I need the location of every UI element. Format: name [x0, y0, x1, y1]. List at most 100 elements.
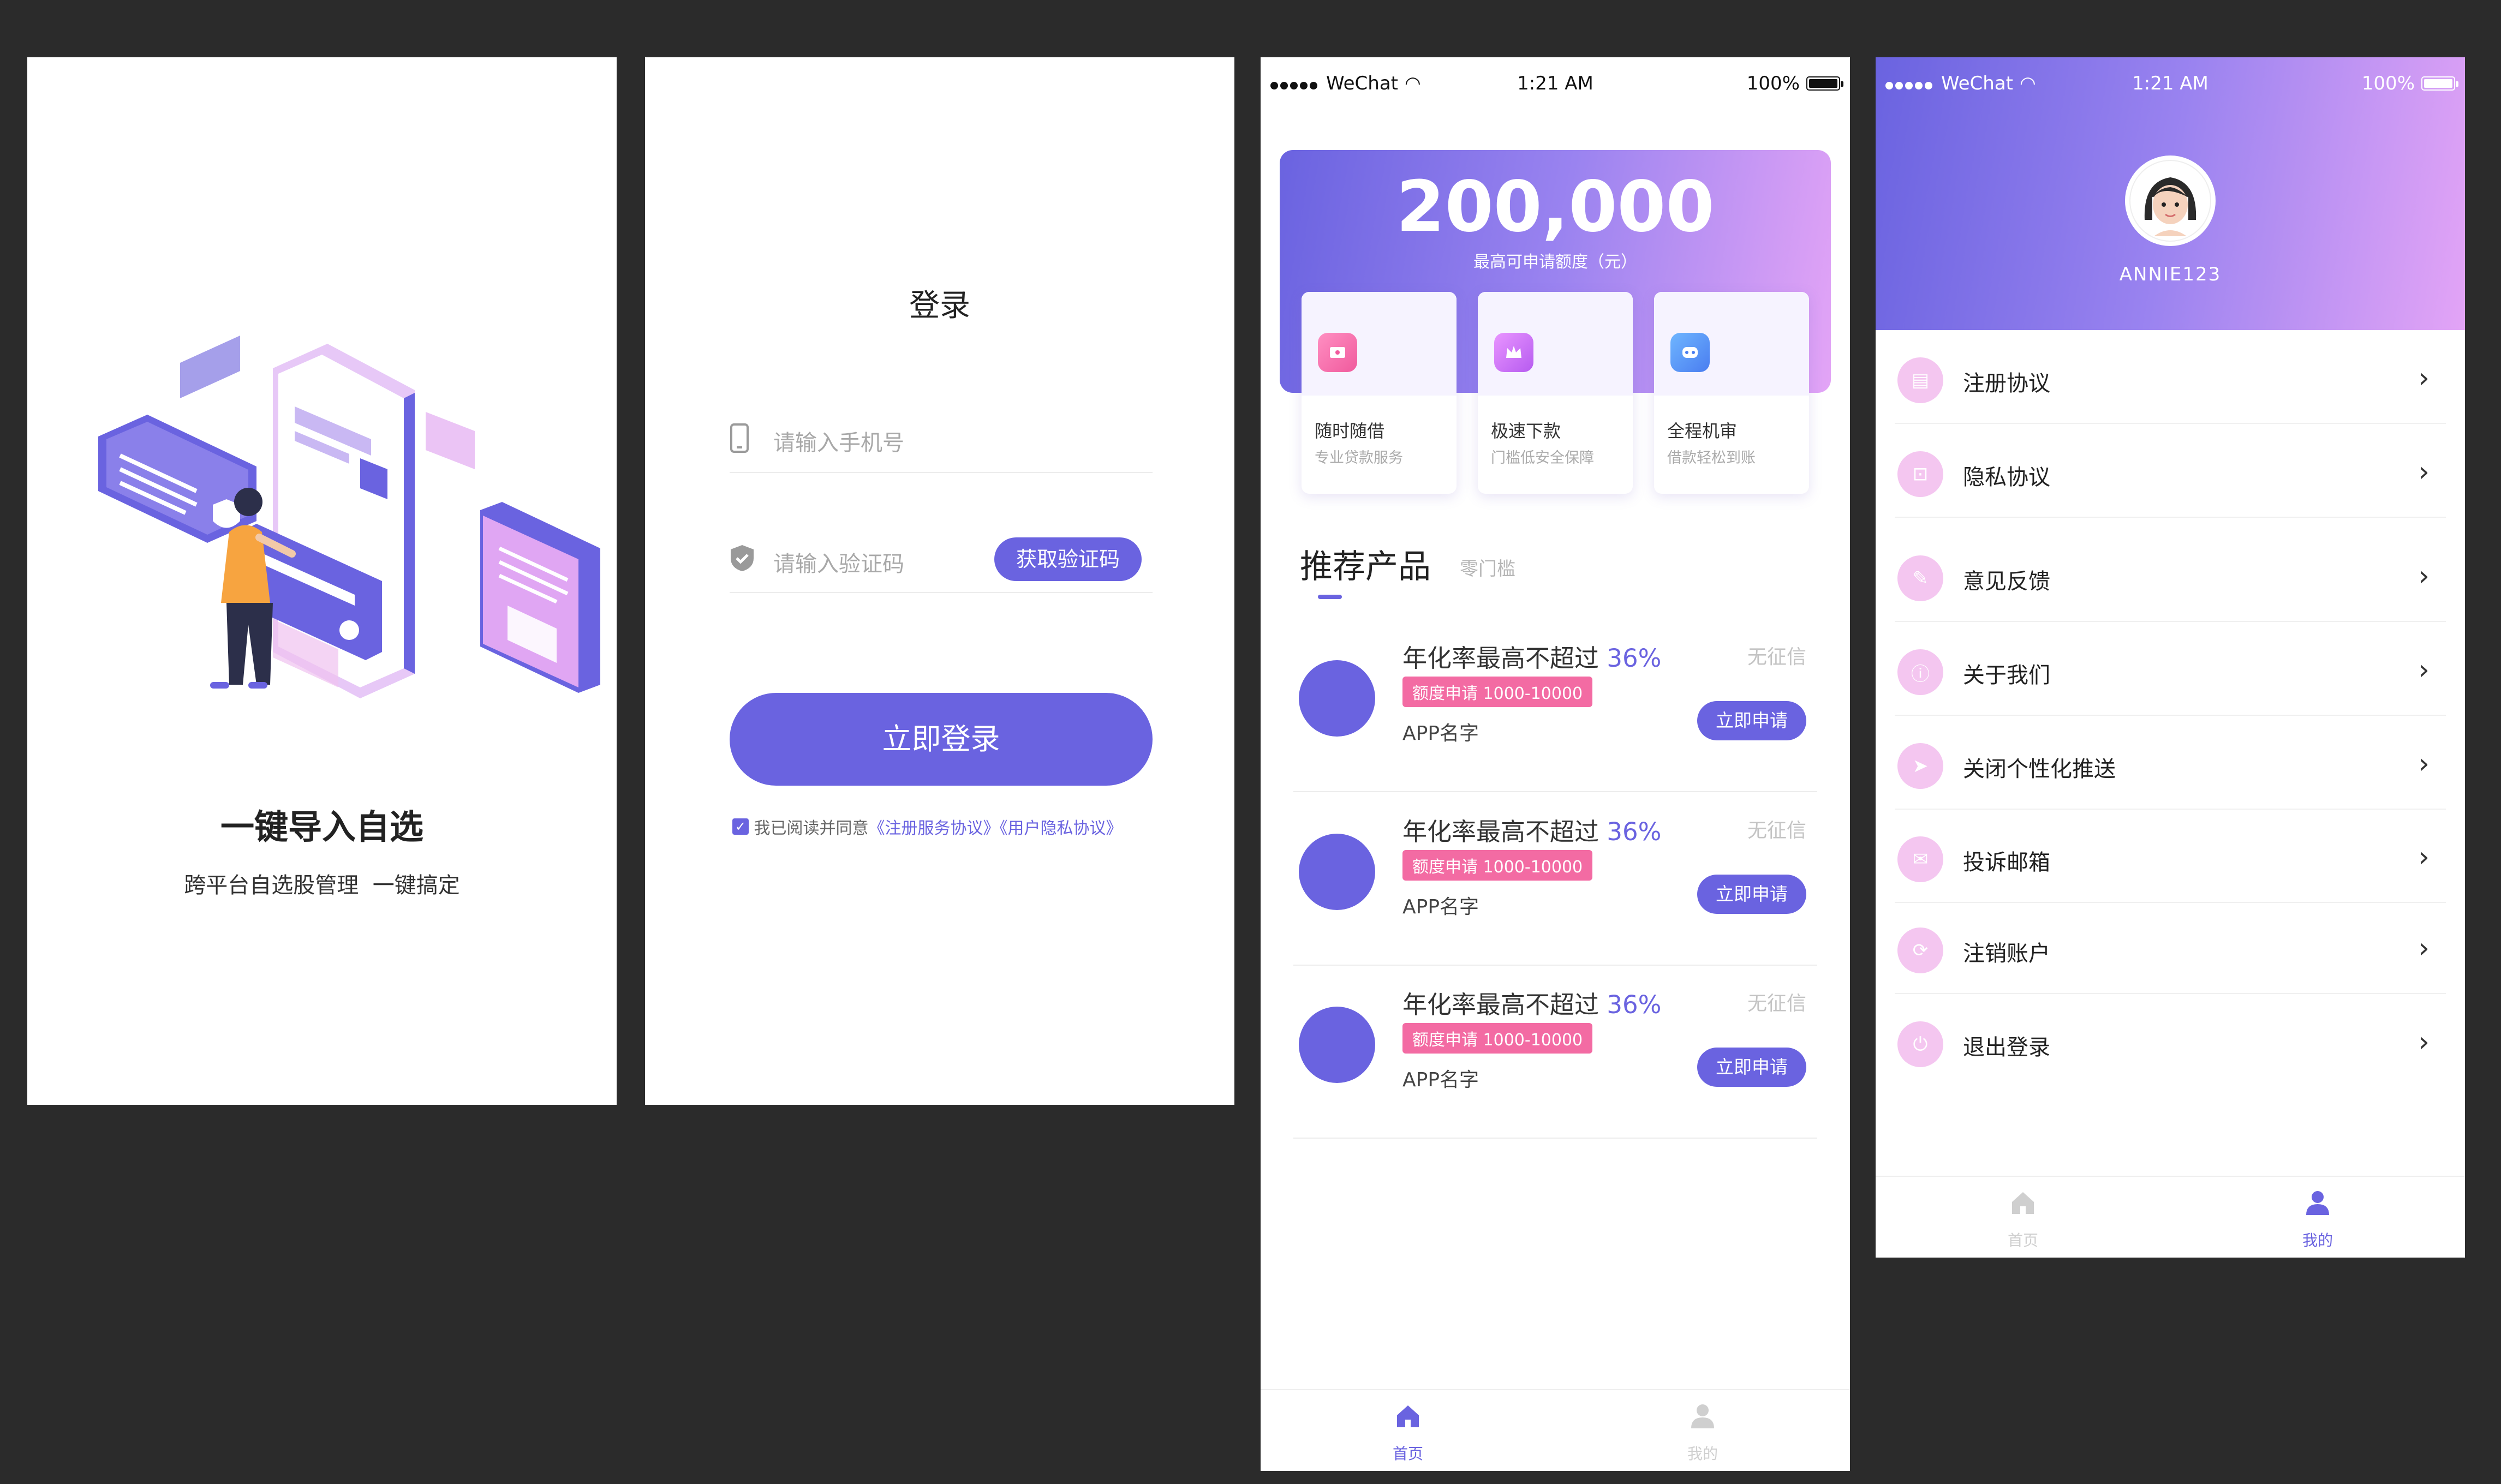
ticket-icon [1318, 333, 1357, 372]
product-card-2[interactable]: 年化率最高不超过 36% 额度申请 1000-10000 APP名字 无征信 立… [1293, 795, 1817, 966]
onboarding-subtitle: 跨平台自选股管理 一键搞定 [184, 873, 460, 898]
section-underline [1318, 595, 1342, 599]
code-input[interactable]: 请输入验证码 [773, 546, 904, 578]
send-icon: ➤ [1897, 743, 1943, 789]
user-icon [2306, 1191, 2329, 1215]
chevron-right-icon: › [2418, 456, 2430, 488]
menu-label: 关闭个性化推送 [1963, 757, 2116, 782]
feature-card-3[interactable]: 全程机审 借款轻松到账 [1654, 292, 1809, 494]
tab-mine[interactable]: 我的 [2170, 1177, 2465, 1258]
credit-amount: 200,000 [1396, 166, 1715, 248]
battery-icon [2421, 76, 2458, 91]
onboarding-title: 一键导入自选 [220, 807, 423, 847]
tab-home[interactable]: 首页 [1261, 1390, 1555, 1471]
menu-label: 关于我们 [1963, 663, 2050, 688]
phone-input[interactable]: 请输入手机号 [773, 425, 904, 457]
menu-close-account[interactable]: ⟳ 注销账户 › [1895, 900, 2446, 994]
feature-title: 全程机审 [1667, 421, 1738, 441]
product-card-1[interactable]: 年化率最高不超过 36% 额度申请 1000-10000 APP名字 无征信 立… [1293, 622, 1817, 792]
apply-button[interactable]: 立即申请 [1697, 875, 1806, 914]
battery-label: 100% [2361, 73, 2415, 94]
tab-mine[interactable]: 我的 [1555, 1390, 1850, 1471]
battery-label: 100% [1746, 73, 1800, 94]
chevron-right-icon: › [2418, 747, 2430, 780]
product-logo [1299, 834, 1375, 910]
product-name: APP名字 [1402, 722, 1479, 745]
menu-feedback[interactable]: ✎ 意见反馈 › [1895, 528, 2446, 622]
section-title: 推荐产品 [1300, 548, 1431, 586]
get-code-button[interactable]: 获取验证码 [994, 537, 1142, 581]
menu-label: 隐私协议 [1963, 465, 2050, 490]
tab-home[interactable]: 首页 [1876, 1177, 2170, 1258]
phone-field[interactable]: 请输入手机号 [730, 406, 1153, 473]
onboarding-screen: 一键导入自选 跨平台自选股管理 一键搞定 [27, 57, 617, 1105]
agreement-checkbox[interactable]: ✓ [732, 818, 749, 835]
tab-label: 首页 [1392, 1445, 1423, 1463]
login-button[interactable]: 立即登录 [730, 693, 1153, 786]
code-field[interactable]: 请输入验证码 获取验证码 [730, 526, 1153, 593]
home-screen: WeChat ◠ 1:21 AM 100% 200,000 最高可申请额度（元）… [1261, 57, 1850, 1471]
register-icon: ▤ [1897, 357, 1943, 403]
chevron-right-icon: › [2418, 362, 2430, 394]
feature-card-2[interactable]: 极速下款 门槛低安全保障 [1478, 292, 1633, 494]
tab-bar: 首页 我的 [1876, 1176, 2465, 1258]
menu-complaint-email[interactable]: ✉ 投诉邮箱 › [1895, 809, 2446, 903]
product-tag: 额度申请 1000-10000 [1402, 1023, 1593, 1054]
apply-button[interactable]: 立即申请 [1697, 1048, 1806, 1087]
phone-icon [730, 423, 749, 453]
tab-bar: 首页 我的 [1261, 1389, 1850, 1471]
logout-account-icon: ⟳ [1897, 927, 1943, 973]
profile-screen: WeChat ◠ 1:21 AM 100% ANNIE123 ▤ 注册协议 › … [1876, 57, 2465, 1258]
status-bar: WeChat ◠ 1:21 AM 100% [1876, 57, 2465, 112]
home-icon [1397, 1405, 1419, 1427]
agreement-row: ✓ 我已阅读并同意《注册服务协议》《用户隐私协议》 [732, 815, 1123, 839]
login-screen: 登录 请输入手机号 请输入验证码 获取验证码 立即登录 ✓ 我已阅读并同意《注册… [645, 57, 1234, 1105]
menu-label: 退出登录 [1963, 1035, 2050, 1060]
chevron-right-icon: › [2418, 841, 2430, 873]
feature-sub: 借款轻松到账 [1667, 450, 1756, 466]
section-subtitle: 零门槛 [1460, 558, 1515, 580]
avatar[interactable] [2124, 154, 2217, 247]
product-note: 无征信 [1747, 646, 1806, 668]
menu-label: 意见反馈 [1963, 569, 2050, 594]
product-card-3[interactable]: 年化率最高不超过 36% 额度申请 1000-10000 APP名字 无征信 立… [1293, 968, 1817, 1139]
product-note: 无征信 [1747, 992, 1806, 1015]
feature-title: 极速下款 [1491, 421, 1561, 441]
onboarding-illustration [98, 336, 600, 698]
menu-logout[interactable]: ⏻ 退出登录 › [1895, 994, 2446, 1087]
mail-icon: ✉ [1897, 836, 1943, 882]
info-icon: ⓘ [1897, 649, 1943, 695]
tab-label: 首页 [2007, 1231, 2038, 1249]
product-rate: 年化率最高不超过 36% [1402, 817, 1662, 846]
menu-label: 注销账户 [1963, 941, 2050, 966]
product-note: 无征信 [1747, 819, 1806, 842]
menu-about[interactable]: ⓘ 关于我们 › [1895, 622, 2446, 716]
product-rate: 年化率最高不超过 36% [1402, 644, 1662, 673]
menu-disable-push[interactable]: ➤ 关闭个性化推送 › [1895, 716, 2446, 810]
apply-button[interactable]: 立即申请 [1697, 701, 1806, 740]
tab-label: 我的 [1687, 1445, 1718, 1463]
crown-icon [1494, 333, 1533, 372]
battery-icon [1806, 76, 1843, 91]
menu-privacy-agreement[interactable]: ⊡ 隐私协议 › [1895, 424, 2446, 518]
feature-title: 随时随借 [1315, 421, 1385, 441]
menu-register-agreement[interactable]: ▤ 注册协议 › [1895, 330, 2446, 424]
login-title: 登录 [909, 288, 970, 324]
product-rate: 年化率最高不超过 36% [1402, 990, 1662, 1019]
shield-check-icon [731, 545, 754, 571]
power-icon: ⏻ [1897, 1021, 1943, 1067]
credit-caption: 最高可申请额度（元） [1473, 253, 1637, 272]
product-logo [1299, 1007, 1375, 1083]
agreement-text: 我已阅读并同意 [754, 819, 869, 838]
chevron-right-icon: › [2418, 560, 2430, 593]
status-bar: WeChat ◠ 1:21 AM 100% [1261, 57, 1850, 112]
product-tag: 额度申请 1000-10000 [1402, 850, 1593, 881]
lock-icon: ⊡ [1897, 451, 1943, 497]
username: ANNIE123 [2119, 264, 2222, 285]
feature-card-1[interactable]: 随时随借 专业贷款服务 [1302, 292, 1457, 494]
menu-label: 注册协议 [1963, 371, 2050, 396]
feature-sub: 门槛低安全保障 [1491, 450, 1594, 466]
agreement-links[interactable]: 《注册服务协议》《用户隐私协议》 [869, 819, 1123, 838]
chevron-right-icon: › [2418, 1026, 2430, 1058]
product-name: APP名字 [1402, 1069, 1479, 1091]
